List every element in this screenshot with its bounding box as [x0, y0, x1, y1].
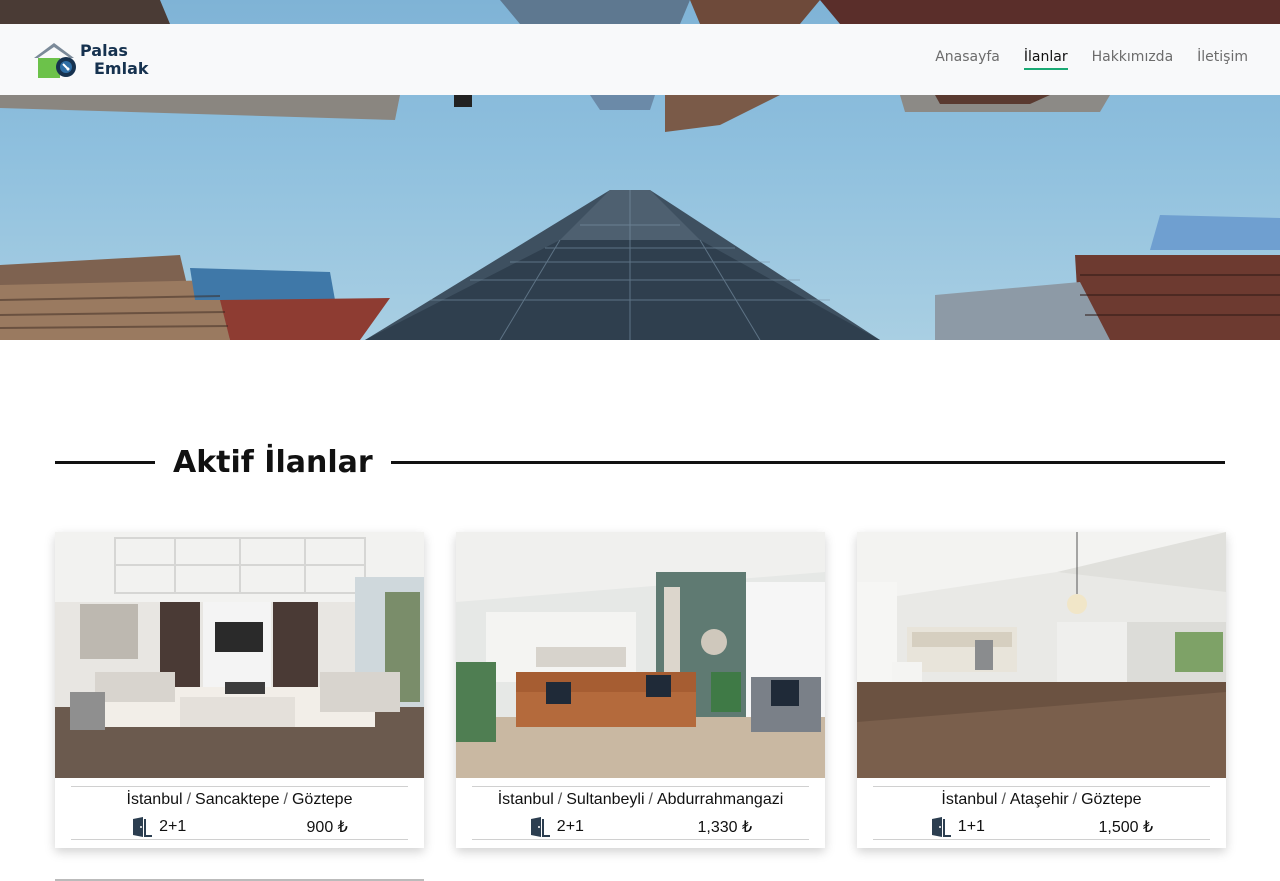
listing-price: 1,500 ₺: [1098, 818, 1154, 836]
listing-city: İstanbul: [126, 791, 183, 808]
door-icon: [931, 816, 951, 837]
listing-meta: 2+1 900 ₺: [71, 814, 408, 840]
listing-info: İstanbul / Ataşehir / Göztepe 1+1 1,500 ₺: [857, 778, 1226, 840]
listing-rooms: 2+1: [159, 817, 187, 835]
listing-neighborhood: Abdurrahmangazi: [656, 791, 784, 808]
section-title: Aktif İlanlar: [173, 444, 373, 480]
listing-location: İstanbul / Sancaktepe / Göztepe: [71, 786, 408, 814]
brand-name: Palas Emlak: [80, 40, 149, 78]
listing-info: İstanbul / Sancaktepe / Göztepe 2+1 900 ₺: [55, 778, 424, 840]
listing-neighborhood: Göztepe: [291, 791, 353, 808]
listing-neighborhood: Göztepe: [1081, 791, 1142, 808]
title-divider-left: [55, 460, 155, 464]
listing-price: 1,330 ₺: [697, 818, 753, 836]
listing-meta: 2+1 1,330 ₺: [472, 814, 809, 840]
listing-card[interactable]: İstanbul / Ataşehir / Göztepe 1+1 1,500 ₺: [857, 532, 1226, 848]
door-icon: [133, 816, 153, 837]
nav-link-iletisim[interactable]: İletişim: [1197, 49, 1248, 70]
listing-card[interactable]: İstanbul / Sancaktepe / Göztepe 2+1 900 ₺: [55, 532, 424, 848]
listing-photo[interactable]: [456, 532, 825, 778]
nav-link-ilanlar[interactable]: İlanlar: [1023, 49, 1068, 70]
listing-district: Ataşehir: [1009, 791, 1069, 808]
listing-meta: 1+1 1,500 ₺: [873, 814, 1210, 840]
listing-location: İstanbul / Ataşehir / Göztepe: [873, 786, 1210, 814]
nav-link-hakkimizda[interactable]: Hakkımızda: [1092, 49, 1174, 70]
house-key-logo-icon: [34, 42, 76, 78]
listing-info: İstanbul / Sultanbeyli / Abdurrahmangazi 2+1…: [456, 778, 825, 840]
door-icon: [530, 816, 550, 837]
listing-card[interactable]: İstanbul / Sultanbeyli / Abdurrahmangazi 2+1…: [456, 532, 825, 848]
listing-city: İstanbul: [941, 791, 998, 808]
listing-city: İstanbul: [497, 791, 554, 808]
brand-name-line2: Emlak: [94, 58, 149, 78]
brand-name-line1: Palas: [80, 40, 128, 60]
brand-logo[interactable]: Palas Emlak: [32, 40, 149, 80]
listing-photo[interactable]: [857, 532, 1226, 778]
listing-location: İstanbul / Sultanbeyli / Abdurrahmangazi: [472, 786, 809, 814]
listing-district: Sultanbeyli: [566, 791, 645, 808]
listing-district: Sancaktepe: [195, 791, 280, 808]
main-nav: Anasayfa İlanlar Hakkımızda İletişim: [935, 49, 1248, 70]
listing-grid: İstanbul / Sancaktepe / Göztepe 2+1 900 ₺: [55, 532, 1226, 848]
listing-rooms: 2+1: [556, 817, 584, 835]
listing-price: 900 ₺: [306, 818, 348, 836]
section-header: Aktif İlanlar: [55, 440, 1225, 484]
top-navbar: Palas Emlak Anasayfa İlanlar Hakkımızda …: [0, 24, 1280, 95]
title-divider-right: [390, 460, 1225, 464]
nav-link-anasayfa[interactable]: Anasayfa: [935, 49, 1000, 70]
listing-rooms: 1+1: [957, 817, 985, 835]
listing-photo[interactable]: [55, 532, 424, 778]
